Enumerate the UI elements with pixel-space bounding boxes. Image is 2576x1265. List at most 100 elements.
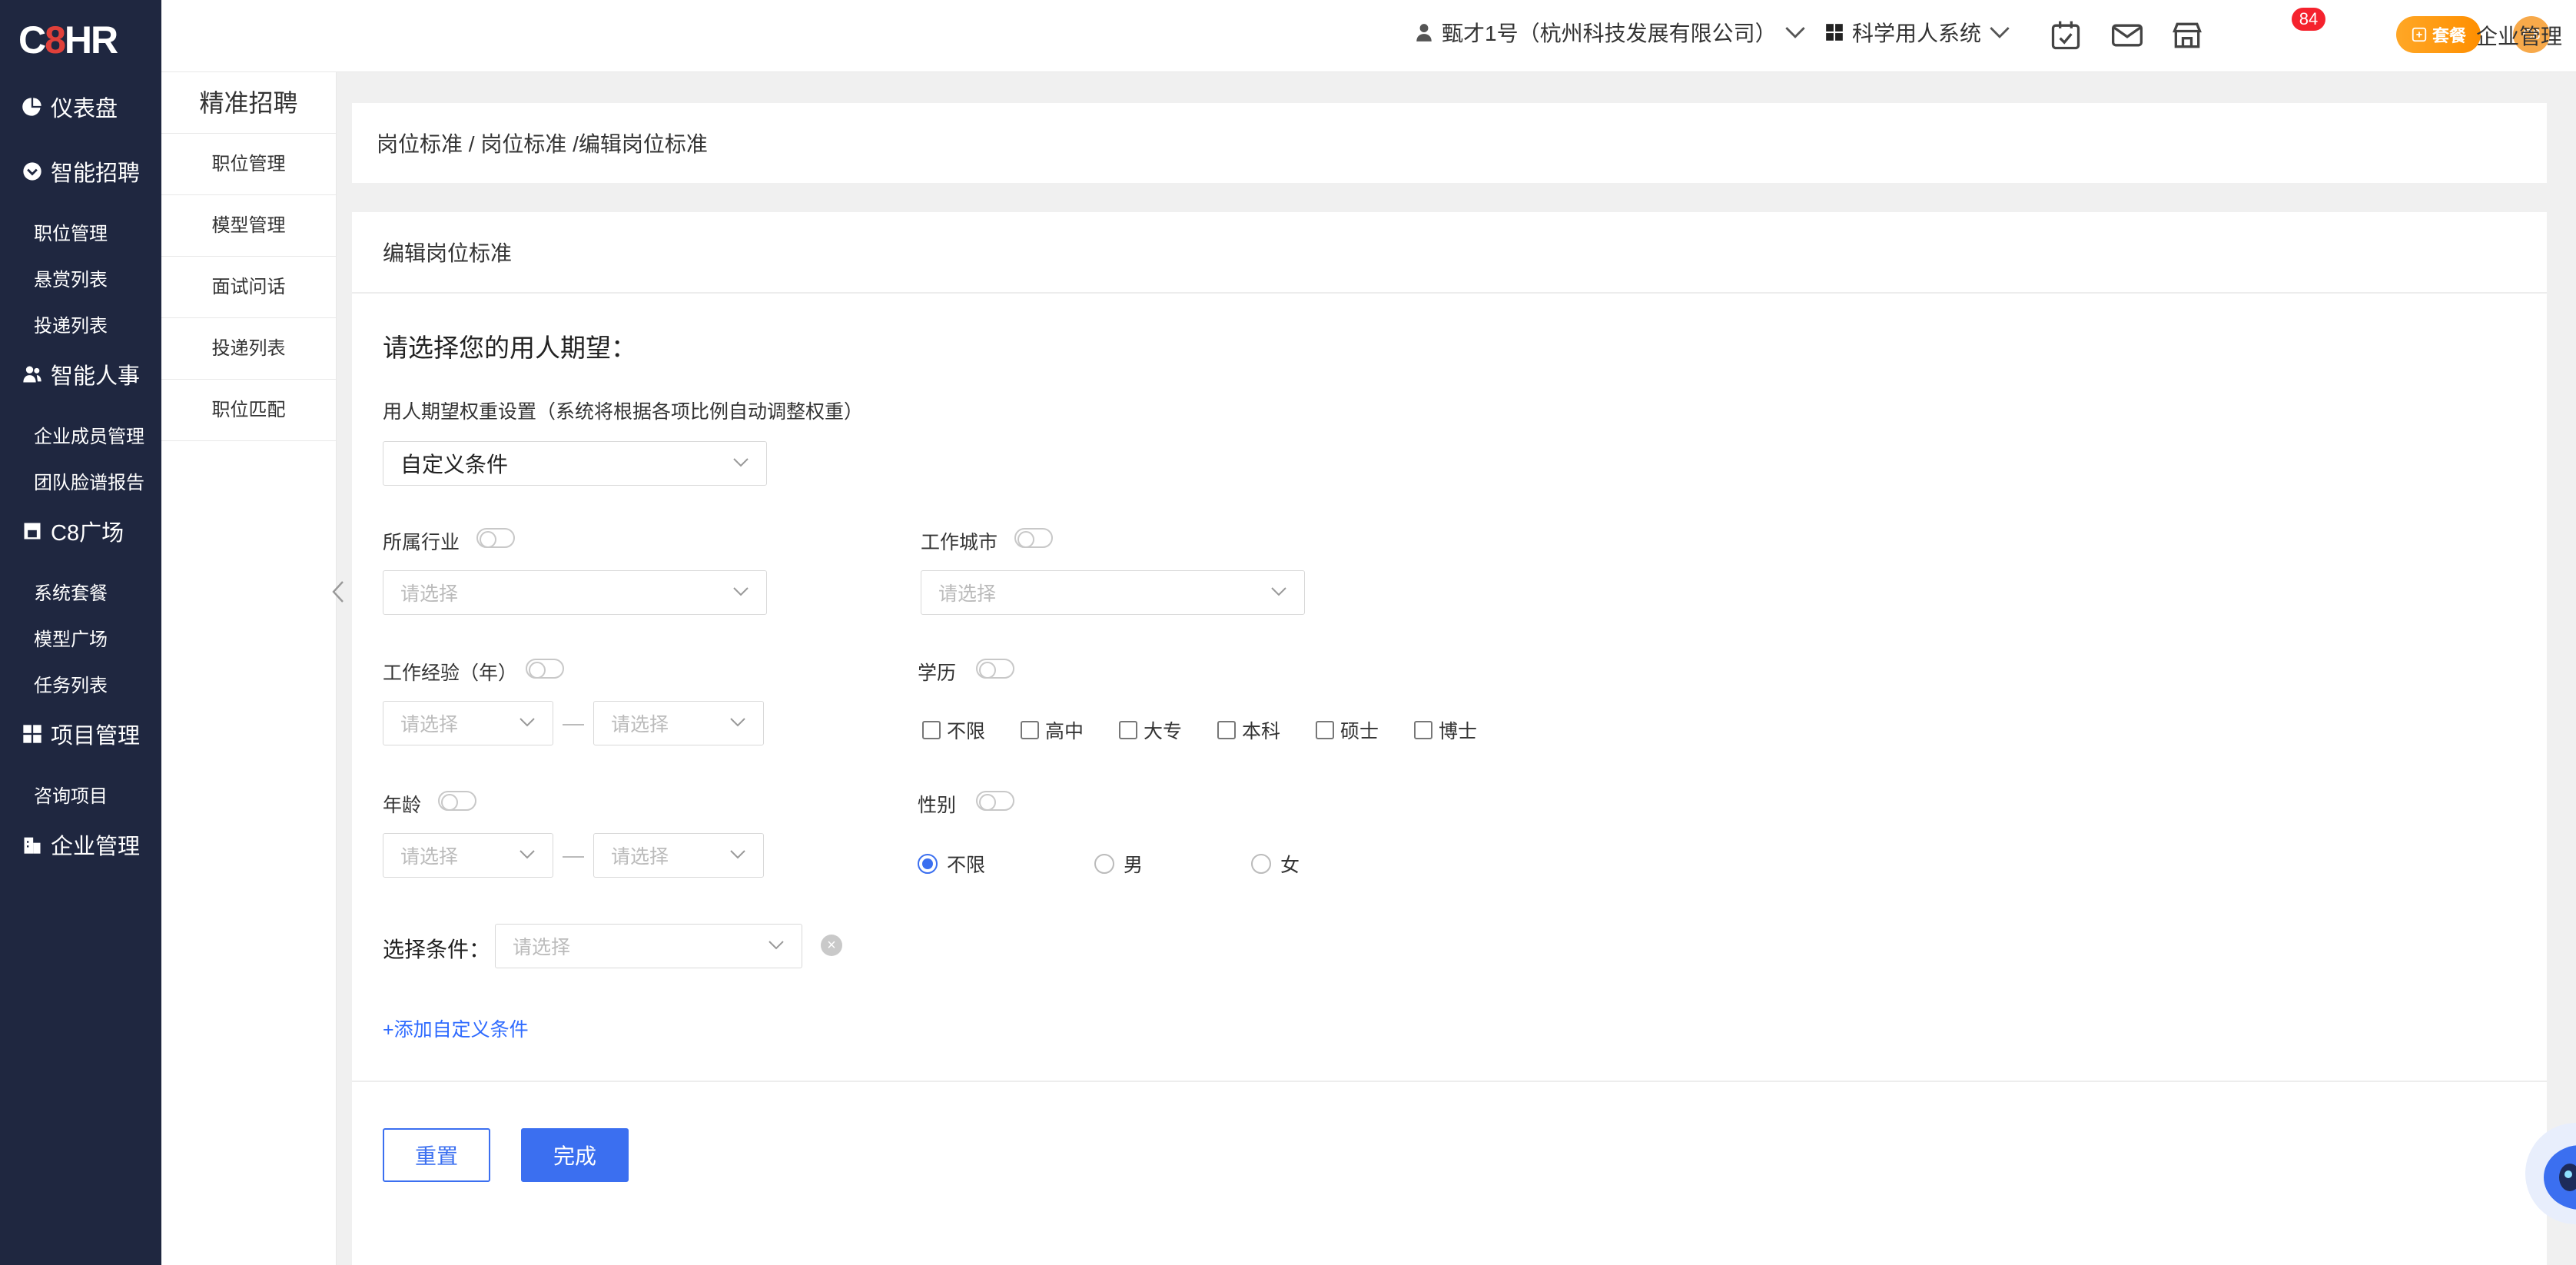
mail-badge: 84 [2292, 8, 2325, 31]
weight-mode-select[interactable]: 自定义条件 [383, 441, 767, 486]
sidebar-item-job-manage[interactable]: 职位管理 [34, 218, 108, 245]
sidebar-group-plaza[interactable]: C8广场 [22, 515, 124, 547]
radio-dot[interactable] [918, 854, 938, 874]
city-placeholder: 请选择 [938, 583, 997, 605]
add-custom-condition-link[interactable]: +添加自定义条件 [383, 1014, 529, 1042]
education-option-any[interactable]: 不限 [922, 716, 985, 744]
sidebar-group-dashboard[interactable]: 仪表盘 [22, 91, 118, 123]
age-min-select[interactable]: 请选择 [383, 833, 553, 878]
experience-min-select[interactable]: 请选择 [383, 701, 553, 745]
sidebar-group-label: 智能招聘 [51, 161, 141, 186]
mail-icon[interactable] [2110, 18, 2144, 52]
sidebar-group-label: 企业管理 [51, 835, 141, 859]
pie-chart-icon [22, 98, 41, 116]
sidebar-group-projects[interactable]: 项目管理 [22, 718, 140, 750]
industry-label: 所属行业 [383, 532, 460, 553]
education-option-college[interactable]: 大专 [1119, 716, 1182, 744]
account-menu[interactable]: 企业管理 [2476, 20, 2562, 51]
radio-label: 不限 [947, 855, 986, 876]
gender-option-male[interactable]: 男 [1094, 850, 1143, 878]
sidebar-group-hr[interactable]: 智能人事 [22, 358, 140, 390]
sidebar-item-members[interactable]: 企业成员管理 [34, 421, 144, 448]
shop-icon[interactable] [2170, 18, 2204, 52]
sidebar-item-delivery-list[interactable]: 投递列表 [34, 310, 108, 337]
experience-max-placeholder: 请选择 [611, 714, 669, 735]
sidebar-item-packages[interactable]: 系统套餐 [34, 578, 108, 605]
breadcrumb-text[interactable]: 岗位标准 / 岗位标准 /编辑岗位标准 [377, 128, 708, 158]
condition-select[interactable]: 请选择 [495, 924, 802, 968]
c8hr-logo[interactable]: C 8 HR [18, 17, 118, 63]
reset-button[interactable]: 重置 [383, 1128, 490, 1182]
robot-icon [2525, 1123, 2576, 1224]
checkbox[interactable] [1217, 721, 1236, 739]
sidebar-item-bounty-list[interactable]: 悬赏列表 [34, 264, 108, 291]
sidebar-item-model-plaza[interactable]: 模型广场 [34, 624, 108, 651]
gender-option-any[interactable]: 不限 [918, 850, 985, 878]
chevron-down-icon [1990, 27, 2010, 38]
age-label: 年龄 [383, 795, 422, 816]
education-toggle[interactable] [976, 659, 1014, 679]
package-label: 套餐 [2432, 26, 2466, 45]
section-title: 请选择您的用人期望： [383, 334, 636, 362]
age-toggle[interactable] [438, 791, 476, 811]
checkbox-label: 本科 [1242, 721, 1281, 742]
sidebar-item-task-list[interactable]: 任务列表 [34, 670, 108, 697]
package-button[interactable]: 套餐 [2396, 16, 2481, 53]
subnav-item-model-manage[interactable]: 模型管理 [161, 195, 336, 257]
sidebar-group-recruit[interactable]: 智能招聘 [22, 155, 140, 188]
checkbox[interactable] [1414, 721, 1432, 739]
sidebar-item-team-report[interactable]: 团队脸谱报告 [34, 467, 144, 494]
company-switcher[interactable]: 甄才1号（杭州科技发展有限公司） [1414, 17, 1806, 48]
checkbox[interactable] [922, 721, 941, 739]
experience-label: 工作经验（年） [383, 662, 518, 684]
collapse-sidebar-button[interactable] [329, 576, 347, 607]
logo-c: C [18, 18, 46, 61]
subnav-item-job-match[interactable]: 职位匹配 [161, 380, 336, 441]
industry-toggle[interactable] [476, 528, 515, 548]
sidebar-item-consulting[interactable]: 咨询项目 [34, 781, 108, 808]
checkbox-label: 高中 [1045, 721, 1084, 742]
education-option-highschool[interactable]: 高中 [1021, 716, 1084, 744]
clear-condition-icon[interactable]: × [821, 935, 842, 956]
account-label: 企业管理 [2476, 25, 2563, 48]
radio-label: 女 [1280, 855, 1300, 876]
age-max-select[interactable]: 请选择 [593, 833, 764, 878]
experience-toggle[interactable] [526, 659, 564, 679]
gender-toggle[interactable] [976, 791, 1014, 811]
system-name: 科学用人系统 [1852, 22, 1982, 45]
calendar-check-icon[interactable] [2049, 18, 2083, 52]
user-icon [1416, 24, 1432, 42]
experience-max-select[interactable]: 请选择 [593, 701, 764, 745]
subnav-item-delivery-list[interactable]: 投递列表 [161, 318, 336, 380]
education-option-doctor[interactable]: 博士 [1414, 716, 1477, 744]
industry-placeholder: 请选择 [400, 583, 459, 605]
gender-option-female[interactable]: 女 [1251, 850, 1300, 878]
sidebar-group-enterprise[interactable]: 企业管理 [22, 828, 140, 861]
sidebar-group-label: 项目管理 [51, 724, 141, 749]
sidebar-group-label: 智能人事 [51, 364, 141, 389]
assistant-robot-icon[interactable] [2524, 1116, 2576, 1231]
industry-select[interactable]: 请选择 [383, 570, 767, 615]
checkbox[interactable] [1021, 721, 1039, 739]
system-switcher[interactable]: 科学用人系统 [1824, 17, 2010, 48]
radio-dot[interactable] [1251, 854, 1271, 874]
weight-hint: 用人期望权重设置（系统将根据各项比例自动调整权重） [383, 401, 864, 423]
education-option-master[interactable]: 硕士 [1316, 716, 1379, 744]
checkbox-label: 大专 [1144, 721, 1183, 742]
subnav-item-job-manage[interactable]: 职位管理 [161, 134, 336, 195]
range-dash [563, 856, 584, 858]
education-label: 学历 [918, 662, 957, 684]
condition-placeholder: 请选择 [513, 937, 571, 958]
checkbox[interactable] [1119, 721, 1137, 739]
city-toggle[interactable] [1014, 528, 1053, 548]
chevron-down-icon [768, 941, 784, 950]
edit-form-card: 编辑岗位标准 请选择您的用人期望： 用人期望权重设置（系统将根据各项比例自动调整… [352, 212, 2547, 1265]
checkbox[interactable] [1316, 721, 1334, 739]
education-option-bachelor[interactable]: 本科 [1217, 716, 1280, 744]
radio-dot[interactable] [1094, 854, 1114, 874]
subnav-item-interview-questions[interactable]: 面试问话 [161, 257, 336, 318]
checkbox-label: 硕士 [1340, 721, 1379, 742]
done-button[interactable]: 完成 [521, 1128, 629, 1182]
city-select[interactable]: 请选择 [921, 570, 1305, 615]
chevron-left-icon [332, 581, 344, 603]
